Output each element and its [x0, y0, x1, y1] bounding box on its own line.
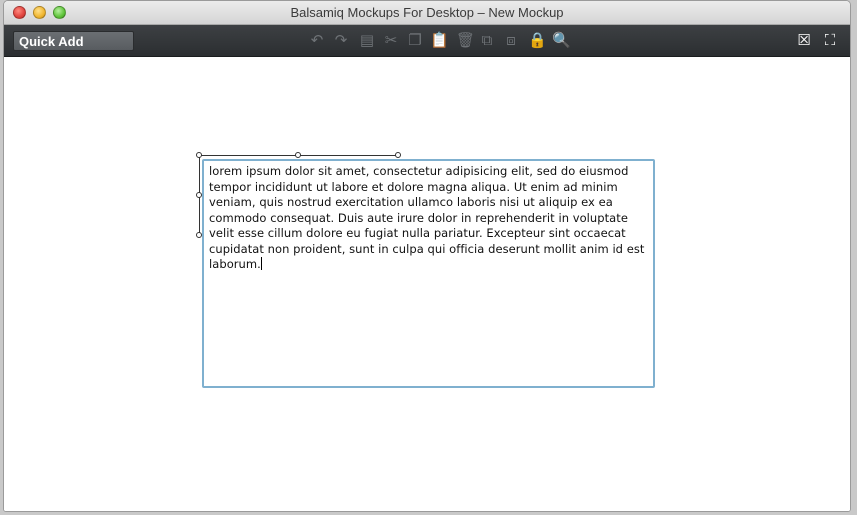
paste-icon[interactable]: 📋	[430, 32, 449, 50]
undo-icon[interactable]: ↶	[308, 32, 326, 50]
resize-handle-top-middle[interactable]	[295, 152, 301, 158]
quick-add-input[interactable]: Quick Add	[13, 31, 134, 51]
text-area-text: lorem ipsum dolor sit amet, consectetur …	[209, 164, 645, 271]
delete-icon[interactable]: 🗑	[456, 32, 475, 50]
mockup-canvas[interactable]: lorem ipsum dolor sit amet, consectetur …	[4, 58, 850, 511]
cut-icon[interactable]: ✂	[382, 32, 400, 50]
lock-icon[interactable]: 🔒	[528, 32, 547, 50]
ungroup-icon[interactable]: ⧈	[502, 32, 520, 50]
group-icon[interactable]: ⧉	[478, 32, 496, 50]
resize-handle-bottom-left[interactable]	[196, 232, 202, 238]
text-caret	[260, 257, 262, 270]
redo-icon[interactable]: ↷	[332, 32, 350, 50]
resize-handle-top-right[interactable]	[395, 152, 401, 158]
app-window: Balsamiq Mockups For Desktop – New Mocku…	[3, 0, 851, 512]
close-mockup-icon[interactable]: ☒	[795, 32, 813, 50]
resize-handle-middle-left[interactable]	[196, 192, 202, 198]
window-title: Balsamiq Mockups For Desktop – New Mocku…	[290, 5, 564, 20]
copy-icon[interactable]: ❐	[406, 32, 424, 50]
title-bar[interactable]: Balsamiq Mockups For Desktop – New Mocku…	[4, 1, 850, 25]
toolbar: Quick Add ↶ ↷ ▤ ✂ ❐ 📋 🗑 ⧉ ⧈ 🔒 🔍 ☒ ⛶	[4, 25, 850, 57]
text-area-widget[interactable]: lorem ipsum dolor sit amet, consectetur …	[202, 159, 655, 388]
resize-handle-top-left[interactable]	[196, 152, 202, 158]
text-area-content[interactable]: lorem ipsum dolor sit amet, consectetur …	[209, 164, 649, 273]
search-icon[interactable]: 🔍	[552, 32, 571, 50]
duplicate-icon[interactable]: ▤	[358, 32, 376, 50]
fullscreen-icon[interactable]: ⛶	[821, 32, 839, 50]
